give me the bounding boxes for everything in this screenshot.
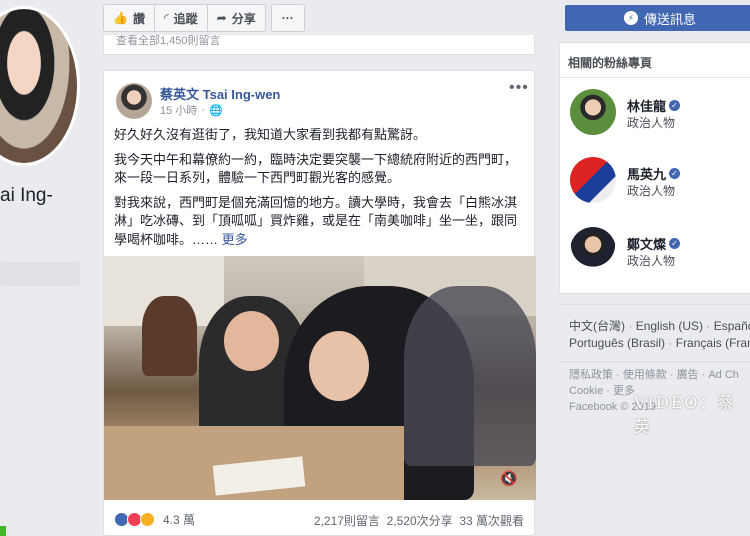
reaction-count: 4.3 萬: [163, 513, 196, 527]
related-pages-panel: 相關的粉絲專頁 林佳龍 ✓ 政治人物 馬英九 ✓ 政治人物 鄭文燦 ✓ 政治人物: [559, 42, 750, 294]
view-count: 33 萬次觀看: [459, 514, 524, 528]
mute-icon[interactable]: 🔇: [500, 470, 522, 488]
page-action-bar: 👍 讚 ◜ 追蹤 ➦ 分享 ···: [103, 4, 305, 32]
separator: ·: [706, 319, 714, 333]
previous-post-footer: 查看全部1,450則留言: [103, 35, 535, 55]
footer-link[interactable]: Cookie: [569, 385, 603, 397]
dot-separator: ·: [201, 104, 205, 116]
engagement-counts: 2,217則留言 2,520次分享 33 萬次觀看: [314, 512, 524, 529]
post-card: 蔡英文 Tsai Ing-wen 15 小時 · 🌐 ••• 好久好久沒有逛街了…: [103, 70, 536, 536]
page-category: 政治人物: [627, 254, 676, 268]
share-label: 分享: [231, 11, 256, 26]
comment-count[interactable]: 2,217則留言: [314, 514, 380, 528]
footer-link[interactable]: 更多: [613, 385, 635, 397]
more-options-button[interactable]: ···: [270, 4, 305, 32]
language-link[interactable]: 中文(台灣): [569, 319, 625, 333]
thumbs-up-icon: 👍: [113, 11, 128, 25]
post-options-button[interactable]: •••: [509, 79, 529, 97]
verified-badge-icon: ✓: [669, 168, 681, 179]
send-message-label: 傳送訊息: [643, 11, 696, 27]
separator: ·: [668, 336, 676, 350]
left-nav-bar[interactable]: [0, 262, 80, 286]
post-paragraph: 對我來說，西門町是個充滿回憶的地方。讀大學時，我會去「白熊冰淇淋」吃冰磚、到「頂…: [114, 194, 524, 250]
verified-badge-icon: ✓: [669, 238, 681, 249]
page-avatar: [570, 157, 616, 203]
globe-icon: 🌐: [208, 104, 223, 117]
previous-post-comments-link[interactable]: 查看全部1,450則留言: [116, 35, 534, 48]
page-name[interactable]: 鄭文燦: [627, 234, 666, 253]
related-page-item[interactable]: 馬英九 ✓ 政治人物: [570, 157, 750, 205]
related-pages-title: 相關的粉絲專頁: [568, 56, 653, 70]
share-count[interactable]: 2,520次分享: [387, 514, 453, 528]
page-avatar: [570, 89, 616, 135]
language-link[interactable]: English (US): [636, 319, 703, 333]
verified-badge-icon: ✓: [669, 100, 681, 111]
online-indicator: [0, 526, 6, 536]
post-author-name[interactable]: 蔡英文 Tsai Ing-wen: [160, 84, 280, 103]
share-button[interactable]: ➦ 分享: [207, 4, 266, 32]
follow-button[interactable]: ◜ 追蹤: [154, 4, 208, 32]
like-button[interactable]: 👍 讚: [103, 4, 155, 32]
send-message-button[interactable]: ⚡ 傳送訊息: [565, 5, 750, 31]
post-video[interactable]: 🔇: [104, 256, 536, 500]
profile-picture[interactable]: [0, 6, 80, 166]
page-category: 政治人物: [627, 116, 676, 130]
video-boy-face: [224, 311, 279, 371]
video-watermark: VIDEO：蔡英: [634, 393, 736, 436]
rss-icon: ◜: [163, 11, 169, 25]
profile-name[interactable]: ai Ing-: [0, 185, 53, 207]
page-category: 政治人物: [627, 184, 676, 198]
page-avatar: [570, 227, 616, 273]
messenger-icon: ⚡: [623, 11, 638, 25]
language-link[interactable]: Français (Fran: [676, 336, 750, 350]
share-arrow-icon: ➦: [216, 11, 227, 25]
footer-link[interactable]: 隱私政策: [569, 369, 613, 381]
video-person-right: [404, 286, 536, 466]
language-link[interactable]: Españo: [714, 319, 750, 333]
post-text: 好久好久沒有逛街了，我知道大家看到我都有點驚訝。 我今天中午和幕僚約一約，臨時決…: [114, 126, 524, 255]
reaction-summary[interactable]: 4.3 萬: [114, 511, 195, 528]
separator: ·: [628, 319, 636, 333]
video-person-left: [142, 296, 197, 376]
post-paragraph: 我今天中午和幕僚約一約，臨時決定要突襲一下總統府附近的西門町，來一段一日系列，體…: [114, 151, 518, 186]
post-timestamp[interactable]: 15 小時 · 🌐: [160, 102, 223, 118]
page-name-row: 馬英九 ✓: [627, 164, 681, 183]
like-label: 讚: [132, 11, 145, 26]
haha-reaction-icon: [140, 512, 155, 527]
page-name-row: 林佳龍 ✓: [627, 96, 681, 115]
post-paragraph-text: 對我來說，西門町是個充滿回憶的地方。讀大學時，我會去「白熊冰淇淋」吃冰磚、到「頂…: [114, 194, 518, 247]
follow-label: 追蹤: [173, 11, 198, 26]
divider: [560, 77, 750, 78]
post-time-label: 15 小時: [160, 105, 198, 117]
footer-link[interactable]: Ad Ch: [708, 369, 739, 381]
page-name[interactable]: 馬英九: [627, 164, 666, 183]
language-list: 中文(台灣) · English (US) · Españo Português…: [569, 318, 750, 352]
post-author-avatar[interactable]: [116, 83, 152, 119]
language-link[interactable]: Português (Brasil): [569, 336, 665, 350]
footer-link[interactable]: 使用條款: [623, 369, 667, 381]
related-page-item[interactable]: 林佳龍 ✓ 政治人物: [570, 89, 750, 137]
video-president-face: [309, 331, 369, 401]
footer-link[interactable]: 廣告: [677, 369, 699, 381]
see-more-link[interactable]: 更多: [222, 232, 248, 247]
related-page-item[interactable]: 鄭文燦 ✓ 政治人物: [570, 227, 750, 275]
post-paragraph: 好久好久沒有逛街了，我知道大家看到我都有點驚訝。: [114, 127, 427, 142]
page-name-row: 鄭文燦 ✓: [627, 234, 681, 253]
page-name[interactable]: 林佳龍: [627, 96, 666, 115]
